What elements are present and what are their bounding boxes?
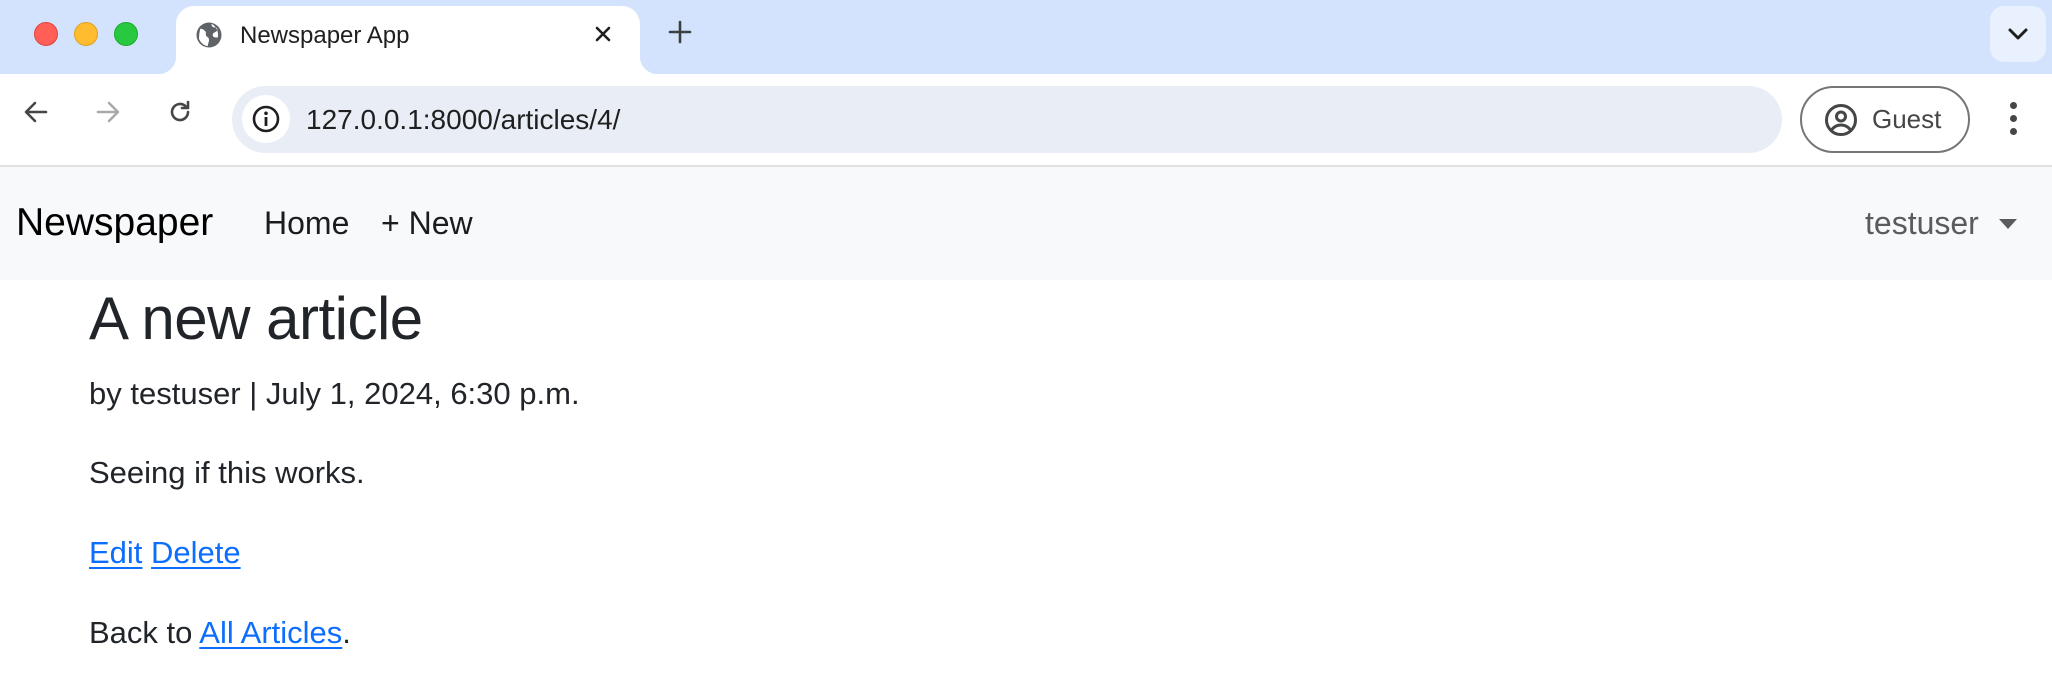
reload-button[interactable] [160, 92, 200, 132]
window-minimize-button[interactable] [74, 22, 98, 46]
article-body: Seeing if this works. [89, 455, 365, 490]
navbar-brand[interactable]: Newspaper [16, 201, 213, 245]
chevron-down-icon [2008, 28, 2028, 40]
globe-icon [194, 20, 224, 50]
all-articles-link[interactable]: All Articles [199, 615, 342, 650]
close-icon[interactable] [588, 19, 618, 49]
delete-link[interactable]: Delete [151, 535, 241, 570]
tab-search-button[interactable] [1990, 6, 2046, 62]
user-dropdown-toggle[interactable]: testuser [1865, 205, 2017, 242]
url-text[interactable]: 127.0.0.1:8000/articles/4/ [306, 104, 620, 136]
reload-icon [170, 100, 190, 122]
tab-title: Newspaper App [240, 22, 410, 49]
article-actions: Edit Delete [89, 535, 241, 571]
arrow-right-icon [96, 101, 120, 123]
browser-tab-strip: Newspaper App [0, 0, 2052, 74]
site-navbar: Newspaper Home + New testuser [0, 167, 2052, 280]
caret-down-icon [1998, 218, 2017, 229]
profile-label: Guest [1872, 104, 1942, 134]
back-button[interactable] [16, 92, 56, 132]
plus-icon [668, 20, 692, 44]
nav-link-home[interactable]: Home [264, 205, 349, 242]
account-circle-icon [1825, 103, 1857, 136]
address-bar[interactable]: 127.0.0.1:8000/articles/4/ [232, 86, 1782, 153]
user-dropdown-label: testuser [1865, 205, 1979, 241]
nav-link-new-article[interactable]: + New [381, 205, 473, 242]
forward-button[interactable] [88, 92, 128, 132]
browser-toolbar: 127.0.0.1:8000/articles/4/ Guest [0, 74, 2052, 166]
kebab-menu-icon[interactable] [1997, 90, 2029, 146]
site-info-button[interactable] [242, 95, 290, 143]
back-prefix: Back to [89, 615, 200, 650]
article-author: testuser [130, 376, 241, 411]
browser-tab-active[interactable]: Newspaper App [158, 6, 658, 74]
info-icon [252, 105, 280, 133]
profile-button[interactable]: Guest [1800, 86, 1970, 153]
back-suffix: . [342, 615, 351, 650]
byline-separator: | [240, 376, 266, 411]
article-date: July 1, 2024, 6:30 p.m. [265, 376, 580, 411]
back-to-articles: Back to All Articles. [89, 615, 351, 651]
window-maximize-button[interactable] [114, 22, 138, 46]
article-title: A new article [89, 285, 423, 352]
byline-prefix: by [89, 376, 131, 411]
new-tab-button[interactable] [664, 16, 696, 48]
arrow-left-icon [24, 101, 48, 123]
edit-link[interactable]: Edit [89, 535, 142, 570]
window-close-button[interactable] [34, 22, 58, 46]
article-byline: by testuser | July 1, 2024, 6:30 p.m. [89, 376, 580, 412]
